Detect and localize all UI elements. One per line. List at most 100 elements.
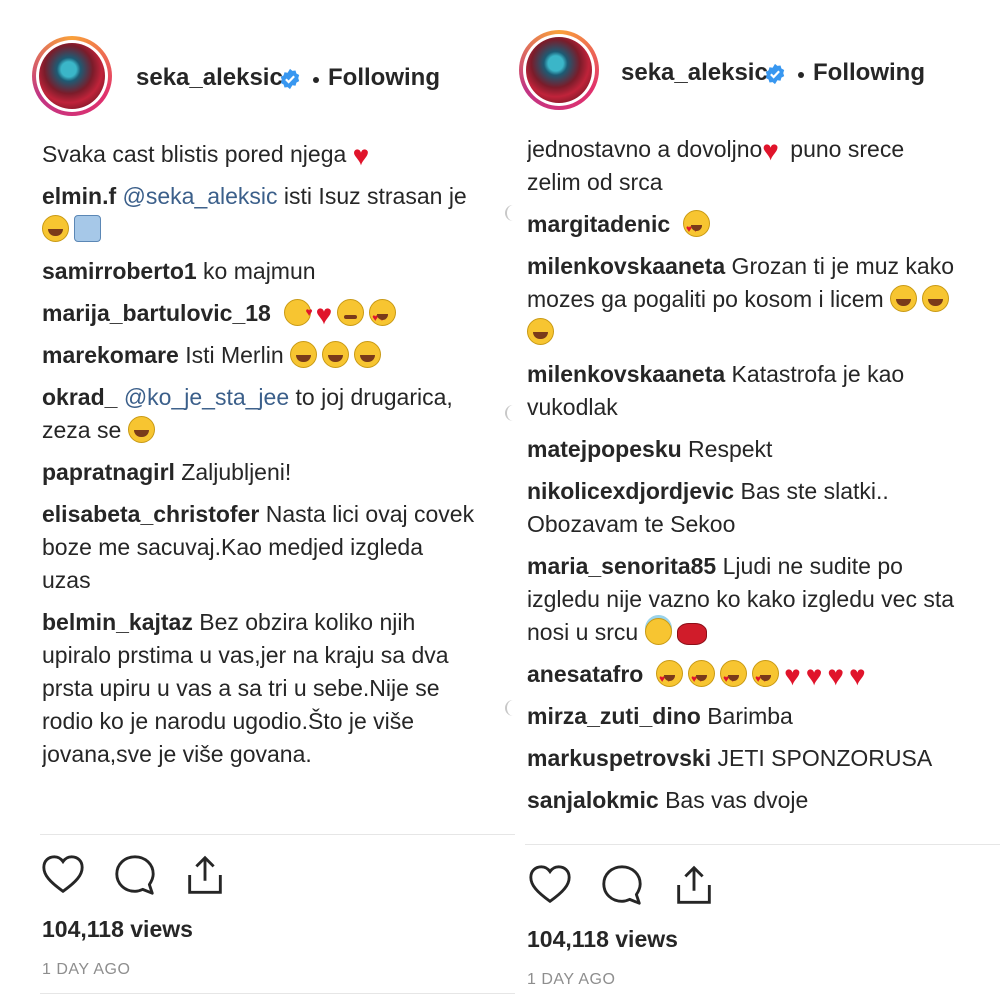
separator-dot bbox=[313, 77, 319, 83]
divider bbox=[525, 844, 1000, 845]
scroll-indicator bbox=[505, 405, 513, 421]
post-timestamp[interactable]: 1 DAY AGO bbox=[527, 971, 615, 989]
list-item: matejpopesku Respekt bbox=[527, 433, 980, 466]
verified-badge-icon bbox=[765, 63, 785, 85]
comment-text: Isti Merlin bbox=[178, 342, 284, 368]
right-post-panel: seka_aleksic Following jednostavno a dov… bbox=[515, 0, 1000, 995]
divider bbox=[40, 993, 515, 994]
laughing-emoji-icon bbox=[42, 215, 69, 242]
comment-username[interactable]: elmin.f bbox=[42, 183, 116, 209]
left-post-panel: seka_aleksic Following Svaka cast blisti… bbox=[0, 0, 515, 995]
avatar[interactable] bbox=[32, 36, 112, 116]
comment-bubble-icon[interactable] bbox=[112, 852, 158, 898]
comment-username[interactable]: margitadenic bbox=[527, 211, 670, 237]
comment-text: ko majmun bbox=[196, 258, 316, 284]
heart-eyes-emoji-icon bbox=[369, 299, 397, 335]
comment-text: isti Isuz strasan je bbox=[277, 183, 467, 209]
comment-username[interactable]: mirza_zuti_dino bbox=[527, 703, 701, 729]
shrug-emoji-icon bbox=[74, 215, 101, 242]
mention-link[interactable]: @ko_je_sta_jee bbox=[124, 384, 289, 410]
laughing-emoji-icon bbox=[922, 285, 950, 312]
list-item: marija_bartulovic_18 ♥ bbox=[42, 296, 475, 335]
comment-username[interactable]: matejpopesku bbox=[527, 436, 682, 462]
list-item: maria_senorita85 Ljudi ne sudite po izgl… bbox=[527, 550, 980, 649]
comment-text: Bas vas dvoje bbox=[658, 787, 809, 813]
heart-emoji-icon: ♥ bbox=[805, 660, 823, 691]
post-header: seka_aleksic Following bbox=[0, 0, 515, 140]
comment-username[interactable]: okrad_ bbox=[42, 384, 117, 410]
scroll-indicator bbox=[505, 700, 513, 716]
comment-username[interactable]: marekomare bbox=[42, 342, 179, 368]
list-item: elisabeta_christofer Nasta lici ovaj cov… bbox=[42, 498, 475, 597]
comments-list[interactable]: Svaka cast blistis pored njega ♥ elmin.f… bbox=[42, 138, 475, 828]
heart-emoji-icon: ♥ bbox=[315, 299, 333, 330]
list-item: markuspetrovski JETI SPONZORUSA bbox=[527, 742, 980, 775]
username-link[interactable]: seka_aleksic bbox=[621, 59, 768, 87]
comment-username[interactable]: samirroberto1 bbox=[42, 258, 197, 284]
list-item: samirroberto1 ko majmun bbox=[42, 255, 475, 288]
comment-username[interactable]: sanjalokmic bbox=[527, 787, 659, 813]
list-item: elmin.f @seka_aleksic isti Isuz strasan … bbox=[42, 180, 475, 246]
laughing-emoji-icon bbox=[527, 318, 554, 345]
comment-username[interactable]: anesatafro bbox=[527, 661, 643, 687]
share-icon[interactable] bbox=[671, 862, 717, 908]
like-heart-icon[interactable] bbox=[40, 852, 86, 898]
laughing-emoji-icon bbox=[890, 285, 918, 312]
following-button[interactable]: Following bbox=[328, 64, 440, 92]
list-item: milenkovskaaneta Grozan ti je muz kako m… bbox=[527, 250, 980, 349]
comment-username[interactable]: markuspetrovski bbox=[527, 745, 711, 771]
verified-badge-icon bbox=[280, 68, 300, 90]
avatar[interactable] bbox=[519, 30, 599, 110]
heart-eyes-emoji-icon bbox=[688, 660, 716, 696]
post-header: seka_aleksic Following bbox=[515, 0, 1000, 140]
comment-bubble-icon[interactable] bbox=[599, 862, 645, 908]
heart-emoji-icon: ♥ bbox=[352, 140, 370, 171]
list-item: sanjalokmic Bas vas dvoje bbox=[527, 784, 980, 817]
hug-emoji-icon bbox=[337, 299, 365, 326]
comment-text: zelim od srca bbox=[527, 169, 663, 195]
comment-text: Barimba bbox=[700, 703, 793, 729]
post-timestamp[interactable]: 1 DAY AGO bbox=[42, 961, 130, 979]
heart-emoji-icon: ♥ bbox=[784, 660, 801, 691]
list-item: milenkovskaaneta Katastrofa je kao vukod… bbox=[527, 358, 980, 424]
comment-username[interactable]: milenkovskaaneta bbox=[527, 361, 725, 387]
list-item: jednostavno a dovoljno♥ puno srece zelim… bbox=[527, 135, 980, 199]
view-count[interactable]: 104,118 views bbox=[42, 916, 193, 943]
heart-emoji-icon: ♥ bbox=[848, 660, 866, 691]
laughing-emoji-icon bbox=[354, 341, 381, 368]
comment-username[interactable]: belmin_kajtaz bbox=[42, 609, 193, 635]
comment-username[interactable]: papratnagirl bbox=[42, 459, 175, 485]
heart-eyes-emoji-icon bbox=[720, 660, 748, 696]
laughing-emoji-icon bbox=[290, 341, 317, 368]
comment-username[interactable]: milenkovskaaneta bbox=[527, 253, 725, 279]
list-item: Svaka cast blistis pored njega ♥ bbox=[42, 138, 475, 171]
list-item: nikolicexdjordjevic Bas ste slatki.. Obo… bbox=[527, 475, 980, 541]
mention-link[interactable]: @seka_aleksic bbox=[123, 183, 278, 209]
following-button[interactable]: Following bbox=[813, 59, 925, 87]
heart-eyes-emoji-icon bbox=[752, 660, 780, 696]
heart-emoji-icon: ♥ bbox=[827, 660, 844, 691]
comment-username[interactable]: nikolicexdjordjevic bbox=[527, 478, 734, 504]
scroll-indicator bbox=[505, 205, 513, 221]
heart-eyes-emoji-icon bbox=[682, 210, 710, 246]
heart-eyes-emoji-icon bbox=[656, 660, 684, 696]
comment-text: Svaka cast blistis pored njega bbox=[42, 141, 347, 167]
lips-emoji-icon bbox=[676, 623, 707, 645]
like-heart-icon[interactable] bbox=[527, 862, 573, 908]
comment-text: puno srece bbox=[783, 136, 905, 162]
comment-text: Respekt bbox=[681, 436, 773, 462]
view-count[interactable]: 104,118 views bbox=[527, 926, 678, 953]
comment-text: jednostavno a dovoljno bbox=[527, 136, 763, 162]
comments-list[interactable]: jednostavno a dovoljno ♥ puno srece zelim… bbox=[527, 135, 980, 840]
share-icon[interactable] bbox=[182, 852, 228, 898]
kiss-emoji-icon bbox=[283, 296, 313, 329]
laughing-emoji-icon bbox=[322, 341, 349, 368]
divider bbox=[40, 834, 515, 835]
comment-username[interactable]: maria_senorita85 bbox=[527, 553, 716, 579]
username-link[interactable]: seka_aleksic bbox=[136, 64, 283, 92]
list-item: anesatafro ♥ ♥♥ ♥ bbox=[527, 658, 980, 696]
list-item: marekomare Isti Merlin bbox=[42, 339, 475, 372]
list-item: papratnagirl Zaljubljeni! bbox=[42, 456, 475, 489]
comment-username[interactable]: marija_bartulovic_18 bbox=[42, 300, 271, 326]
comment-username[interactable]: elisabeta_christofer bbox=[42, 501, 259, 527]
